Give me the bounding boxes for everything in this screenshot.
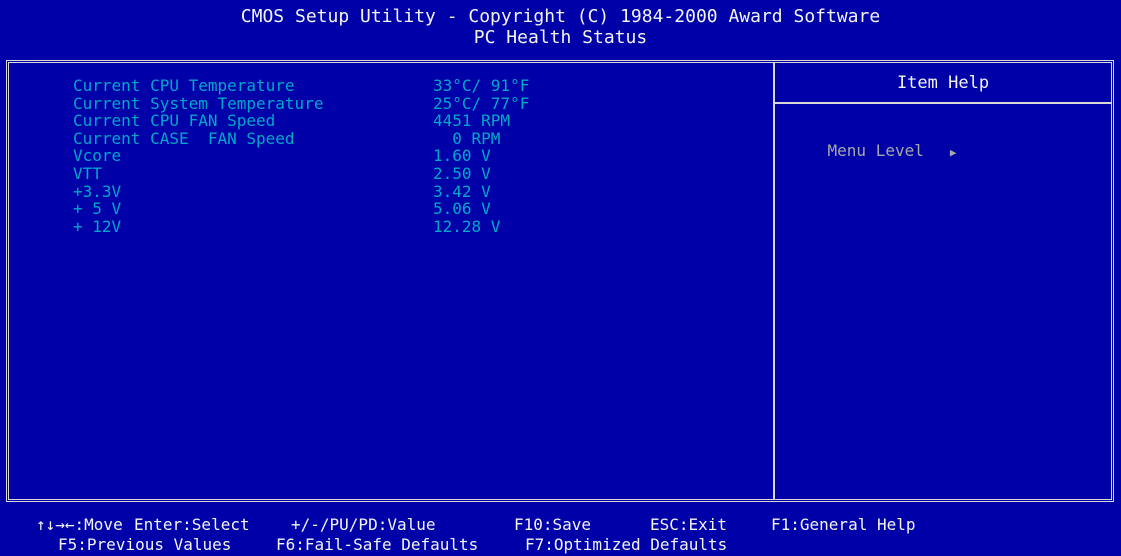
- status-label: + 12V: [73, 216, 122, 236]
- key-optimized-defaults: F7:Optimized Defaults: [525, 535, 728, 554]
- status-value: 12.28 V: [433, 216, 501, 236]
- menu-level: Menu Level ▶: [789, 121, 957, 183]
- key-general-help: F1:General Help: [771, 515, 916, 534]
- status-value: 5.06 V: [433, 199, 491, 219]
- main-panel: Current CPU Temperature 33°C/ 91°F Curre…: [6, 60, 1114, 502]
- status-label: VTT: [73, 163, 102, 183]
- status-row-cpu-fan[interactable]: Current CPU FAN Speed 4451 RPM: [73, 112, 773, 130]
- status-row-case-fan[interactable]: Current CASE FAN Speed 0 RPM: [73, 128, 773, 148]
- status-label: + 5 V: [73, 199, 122, 219]
- status-value: 2.50 V: [433, 163, 491, 183]
- key-value: +/-/PU/PD:Value: [291, 515, 436, 534]
- bios-header: CMOS Setup Utility - Copyright (C) 1984-…: [0, 6, 1121, 48]
- status-row-3v3[interactable]: +3.3V 3.42 V: [73, 181, 773, 201]
- status-value: 4451 RPM: [433, 111, 511, 131]
- key-previous-values: F5:Previous Values: [58, 535, 232, 554]
- key-help-bar: ↑↓→←:Move Enter:Select +/-/PU/PD:Value F…: [0, 515, 1121, 555]
- key-save: F10:Save: [514, 515, 592, 534]
- key-fail-safe-defaults: F6:Fail-Safe Defaults: [276, 535, 479, 554]
- status-row-system-temp[interactable]: Current System Temperature 25°C/ 77°F: [73, 93, 773, 113]
- menu-level-label: Menu Level: [827, 141, 924, 160]
- status-value: 25°C/ 77°F: [433, 93, 530, 113]
- key-help-line-1: ↑↓→←:Move Enter:Select +/-/PU/PD:Value F…: [0, 515, 1121, 535]
- status-row-12v[interactable]: + 12V 12.28 V: [73, 216, 773, 236]
- status-value: 1.60 V: [433, 146, 491, 166]
- status-label: +3.3V: [73, 181, 122, 201]
- status-value: 33°C/ 91°F: [433, 76, 530, 95]
- status-row-vtt[interactable]: VTT 2.50 V: [73, 163, 773, 183]
- right-triangle-icon: ▶: [949, 146, 957, 159]
- status-row-5v[interactable]: + 5 V 5.06 V: [73, 200, 773, 218]
- panel-divider: [773, 63, 775, 499]
- status-row-vcore[interactable]: Vcore 1.60 V: [73, 147, 773, 165]
- key-select: Enter:Select: [134, 515, 250, 534]
- page-title: PC Health Status: [473, 27, 648, 48]
- bios-title: CMOS Setup Utility - Copyright (C) 1984-…: [240, 6, 881, 27]
- status-label: Vcore: [73, 146, 122, 166]
- item-help-title: Item Help: [896, 73, 990, 93]
- key-exit: ESC:Exit: [650, 515, 728, 534]
- key-help-line-2: F5:Previous Values F6:Fail-Safe Defaults…: [0, 535, 1121, 555]
- status-label: Current CPU Temperature: [73, 76, 295, 95]
- status-row-cpu-temp[interactable]: Current CPU Temperature 33°C/ 91°F: [73, 77, 773, 95]
- help-divider: [775, 102, 1111, 104]
- status-label: Current CASE FAN Speed: [73, 128, 295, 148]
- key-move: ↑↓→←:Move: [36, 515, 123, 534]
- status-list: Current CPU Temperature 33°C/ 91°F Curre…: [73, 77, 773, 236]
- status-label: Current System Temperature: [73, 93, 324, 113]
- status-value: 3.42 V: [433, 181, 491, 201]
- status-label: Current CPU FAN Speed: [73, 111, 276, 131]
- status-value: 0 RPM: [433, 128, 501, 148]
